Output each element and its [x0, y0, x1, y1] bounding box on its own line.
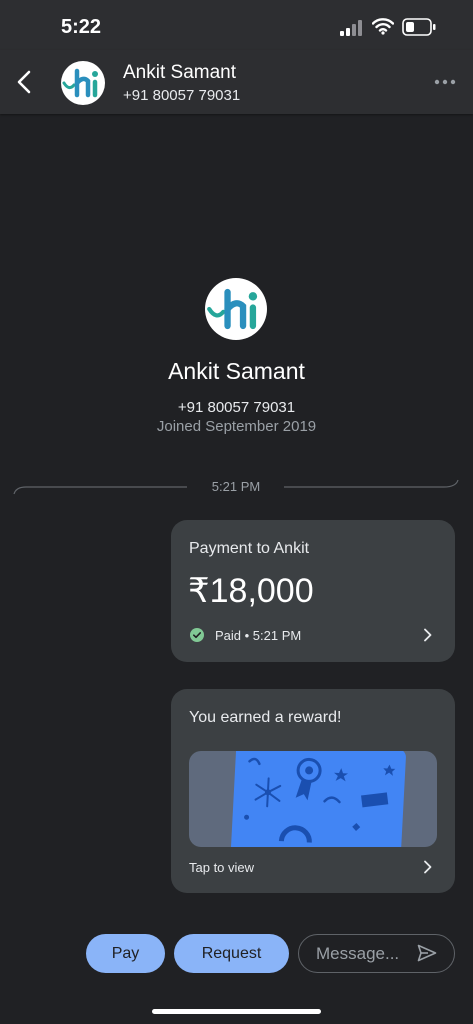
app-bar: Ankit Samant +91 80057 79031	[0, 50, 473, 114]
status-time: 5:22	[61, 16, 102, 38]
profile-name: Ankit Samant	[168, 358, 305, 384]
header-contact-phone: +91 80057 79031	[123, 87, 241, 104]
contact-avatar[interactable]	[61, 61, 105, 105]
payment-title: Payment to Ankit	[189, 540, 310, 557]
pay-button[interactable]: Pay	[86, 934, 165, 973]
conversation-timestamp: 5:21 PM	[211, 479, 261, 494]
reward-card[interactable]: You earned a reward! Tap to view	[171, 689, 455, 893]
payment-amount: ₹18,000	[188, 572, 314, 610]
battery-icon	[402, 18, 436, 36]
reward-tap-to-view: Tap to view	[189, 860, 255, 875]
hi-logo-icon	[62, 68, 98, 98]
back-arrow-icon[interactable]	[12, 67, 36, 97]
signal-icon	[340, 20, 362, 36]
hi-logo-icon	[207, 288, 258, 330]
chevron-right-icon	[424, 860, 432, 874]
home-indicator	[152, 1009, 321, 1014]
message-input[interactable]: Message...	[298, 934, 455, 973]
profile-avatar	[205, 278, 267, 340]
payment-status: Paid • 5:21 PM	[215, 628, 302, 643]
header-contact-name: Ankit Samant	[123, 62, 236, 83]
send-icon[interactable]	[417, 944, 437, 962]
more-options-icon[interactable]	[434, 77, 456, 87]
reward-title: You earned a reward!	[189, 709, 342, 726]
request-button[interactable]: Request	[174, 934, 289, 973]
wifi-icon	[372, 18, 394, 35]
payment-card[interactable]: Payment to Ankit ₹18,000 Paid • 5:21 PM	[171, 520, 455, 662]
chevron-right-icon	[424, 628, 432, 642]
check-circle-icon	[190, 628, 204, 642]
reward-scratch-card-icon	[189, 751, 437, 847]
profile-joined-date: Joined September 2019	[156, 418, 317, 435]
profile-phone: +91 80057 79031	[177, 399, 296, 416]
message-placeholder: Message...	[316, 944, 400, 963]
status-bar: 5:22	[0, 0, 473, 50]
